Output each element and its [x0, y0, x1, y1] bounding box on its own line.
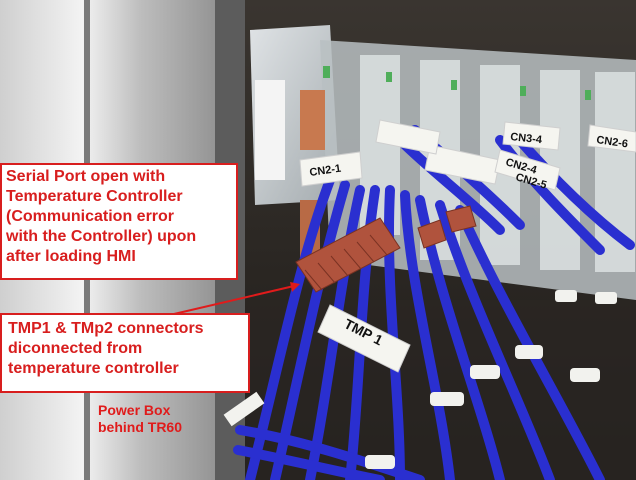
callout-line: (Communication error — [6, 208, 175, 225]
power-box-label: Power Box behind TR60 — [98, 402, 182, 436]
power-label-line: behind TR60 — [98, 419, 183, 435]
serial-port-callout: Serial Port open with Temperature Contro… — [0, 163, 238, 280]
callout-line: TMP1 & TMp2 connectors — [8, 320, 204, 337]
photo-scene: TMP 1 CN2-1 CN2-4 CN2-5 CN3-4 CN2-6 Seri… — [0, 0, 636, 480]
callout-line: with the Controller) upon — [6, 228, 197, 245]
callout-line: diconnected from — [8, 340, 143, 357]
callout-line: Temperature Controller — [6, 188, 183, 205]
power-label-line: Power Box — [98, 402, 171, 418]
callout-line: after loading HMI — [6, 248, 136, 265]
callout-line: temperature controller — [8, 360, 179, 377]
callout-line: Serial Port open with — [6, 168, 166, 185]
tmp-connectors-callout: TMP1 & TMp2 connectors diconnected from … — [0, 313, 250, 393]
